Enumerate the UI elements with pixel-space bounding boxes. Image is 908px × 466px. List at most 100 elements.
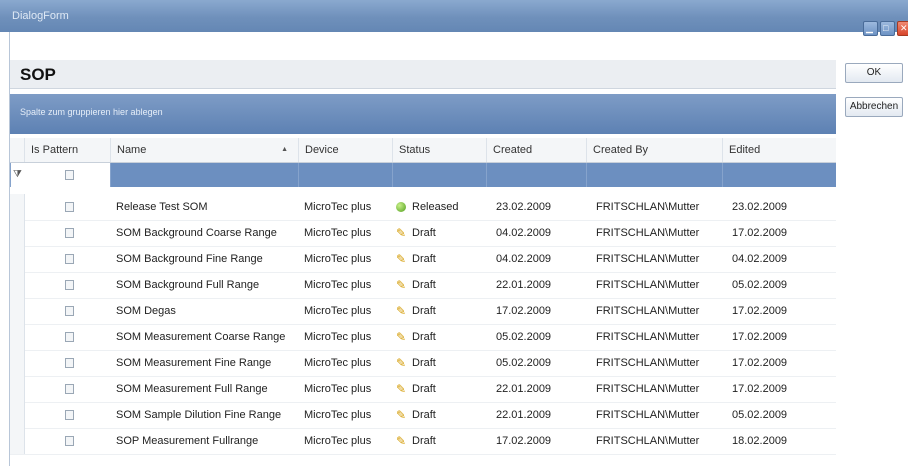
table-row[interactable]: SOM Background Coarse Range MicroTec plu… bbox=[10, 220, 836, 247]
cell-created-by: FRITSCHLAN\Mutter bbox=[596, 227, 700, 239]
cell-name: SOM Measurement Coarse Range bbox=[116, 331, 286, 343]
cell-status-label: Draft bbox=[412, 253, 436, 265]
row-header[interactable] bbox=[10, 246, 25, 272]
filter-row: ⧩ bbox=[10, 163, 836, 187]
cancel-button[interactable]: Abbrechen bbox=[845, 97, 903, 117]
cell-device: MicroTec plus bbox=[304, 435, 372, 447]
cell-edited: 05.02.2009 bbox=[732, 409, 788, 421]
filter-cell-device[interactable] bbox=[298, 163, 392, 187]
cell-device: MicroTec plus bbox=[304, 227, 372, 239]
panel-title: SOP bbox=[20, 65, 56, 84]
cell-edited: 04.02.2009 bbox=[732, 253, 788, 265]
pencil-icon: ✎ bbox=[396, 278, 407, 293]
ok-button[interactable]: OK bbox=[845, 63, 903, 83]
is-pattern-checkbox[interactable] bbox=[65, 332, 74, 342]
cell-edited: 17.02.2009 bbox=[732, 305, 788, 317]
title-bar: DialogForm ▁ □ ✕ bbox=[0, 0, 908, 36]
row-header[interactable] bbox=[10, 298, 25, 324]
table-row[interactable]: SOM Measurement Coarse Range MicroTec pl… bbox=[10, 324, 836, 351]
filter-cell-status[interactable] bbox=[392, 163, 486, 187]
cell-edited: 17.02.2009 bbox=[732, 331, 788, 343]
cell-created: 05.02.2009 bbox=[496, 357, 552, 369]
sort-ascending-icon: ▲ bbox=[281, 146, 288, 153]
is-pattern-checkbox[interactable] bbox=[65, 202, 74, 212]
maximize-icon: □ bbox=[883, 23, 889, 33]
row-header[interactable] bbox=[10, 324, 25, 350]
cell-edited: 17.02.2009 bbox=[732, 383, 788, 395]
table-row[interactable]: SOM Background Fine Range MicroTec plus … bbox=[10, 246, 836, 273]
cell-status: ✎ Draft bbox=[396, 324, 436, 350]
filter-cell-created[interactable] bbox=[486, 163, 586, 187]
cell-created-by: FRITSCHLAN\Mutter bbox=[596, 331, 700, 343]
cell-created: 22.01.2009 bbox=[496, 279, 552, 291]
cell-device: MicroTec plus bbox=[304, 201, 372, 213]
row-header[interactable] bbox=[10, 350, 25, 376]
cell-edited: 18.02.2009 bbox=[732, 435, 788, 447]
row-header[interactable] bbox=[10, 194, 25, 220]
is-pattern-checkbox[interactable] bbox=[65, 254, 74, 264]
table-row[interactable]: SOM Background Full Range MicroTec plus … bbox=[10, 272, 836, 299]
filter-cell-edited[interactable] bbox=[722, 163, 836, 187]
column-header-created-by[interactable]: Created By bbox=[586, 138, 722, 162]
cell-status: ✎ Draft bbox=[396, 402, 436, 428]
column-header-device[interactable]: Device bbox=[298, 138, 392, 162]
table-row[interactable]: Release Test SOM MicroTec plus Released … bbox=[10, 194, 836, 221]
cell-device: MicroTec plus bbox=[304, 357, 372, 369]
cell-status-label: Draft bbox=[412, 331, 436, 343]
filter-cell-is-pattern[interactable]: ⧩ bbox=[10, 163, 110, 187]
table-row[interactable]: SOM Measurement Full Range MicroTec plus… bbox=[10, 376, 836, 403]
table-row[interactable]: SOM Measurement Fine Range MicroTec plus… bbox=[10, 350, 836, 377]
is-pattern-checkbox[interactable] bbox=[65, 436, 74, 446]
row-header[interactable] bbox=[10, 428, 25, 454]
cell-edited: 17.02.2009 bbox=[732, 357, 788, 369]
pencil-icon: ✎ bbox=[396, 226, 407, 241]
table-row[interactable]: SOM Sample Dilution Fine Range MicroTec … bbox=[10, 402, 836, 429]
cell-created-by: FRITSCHLAN\Mutter bbox=[596, 279, 700, 291]
cell-name: SOM Measurement Full Range bbox=[116, 383, 268, 395]
cell-status: ✎ Draft bbox=[396, 298, 436, 324]
pencil-icon: ✎ bbox=[396, 330, 407, 345]
group-by-area[interactable]: Spalte zum gruppieren hier ablegen bbox=[10, 94, 836, 134]
cell-name: SOM Sample Dilution Fine Range bbox=[116, 409, 282, 421]
cell-created-by: FRITSCHLAN\Mutter bbox=[596, 305, 700, 317]
close-icon: ✕ bbox=[900, 23, 908, 33]
filter-cell-created-by[interactable] bbox=[586, 163, 722, 187]
column-header-edited[interactable]: Edited bbox=[722, 138, 836, 162]
row-header[interactable] bbox=[10, 220, 25, 246]
is-pattern-checkbox[interactable] bbox=[65, 384, 74, 394]
is-pattern-checkbox[interactable] bbox=[65, 410, 74, 420]
cell-edited: 23.02.2009 bbox=[732, 201, 788, 213]
grid-header: Is Pattern Name ▲ Device Status Created … bbox=[10, 138, 836, 163]
cell-name: SOM Background Coarse Range bbox=[116, 227, 277, 239]
minimize-button[interactable]: ▁ bbox=[863, 21, 878, 36]
is-pattern-checkbox[interactable] bbox=[65, 280, 74, 290]
cell-name: SOM Measurement Fine Range bbox=[116, 357, 272, 369]
column-header-status[interactable]: Status bbox=[392, 138, 486, 162]
column-header-is-pattern[interactable]: Is Pattern bbox=[24, 138, 96, 162]
column-header-created[interactable]: Created bbox=[486, 138, 586, 162]
is-pattern-checkbox[interactable] bbox=[65, 306, 74, 316]
cell-name: SOM Background Fine Range bbox=[116, 253, 263, 265]
cell-status-label: Draft bbox=[412, 409, 436, 421]
is-pattern-checkbox[interactable] bbox=[65, 358, 74, 368]
cell-created: 17.02.2009 bbox=[496, 305, 552, 317]
column-header-name[interactable]: Name ▲ bbox=[110, 138, 298, 162]
table-row[interactable]: SOM Degas MicroTec plus ✎ Draft 17.02.200… bbox=[10, 298, 836, 325]
cell-created: 04.02.2009 bbox=[496, 227, 552, 239]
cell-created: 23.02.2009 bbox=[496, 201, 552, 213]
filter-icon: ⧩ bbox=[13, 169, 22, 180]
filter-cell-name[interactable] bbox=[110, 163, 298, 187]
is-pattern-checkbox[interactable] bbox=[65, 228, 74, 238]
maximize-button[interactable]: □ bbox=[880, 21, 895, 36]
cell-name: SOM Degas bbox=[116, 305, 176, 317]
cell-status-label: Draft bbox=[412, 357, 436, 369]
row-header[interactable] bbox=[10, 402, 25, 428]
row-header[interactable] bbox=[10, 376, 25, 402]
close-button[interactable]: ✕ bbox=[897, 21, 908, 36]
table-row[interactable]: SOP Measurement Fullrange MicroTec plus … bbox=[10, 428, 836, 455]
filter-checkbox[interactable] bbox=[65, 170, 74, 180]
pencil-icon: ✎ bbox=[396, 382, 407, 397]
minimize-icon: ▁ bbox=[866, 23, 873, 33]
cell-name: Release Test SOM bbox=[116, 201, 208, 213]
row-header[interactable] bbox=[10, 272, 25, 298]
